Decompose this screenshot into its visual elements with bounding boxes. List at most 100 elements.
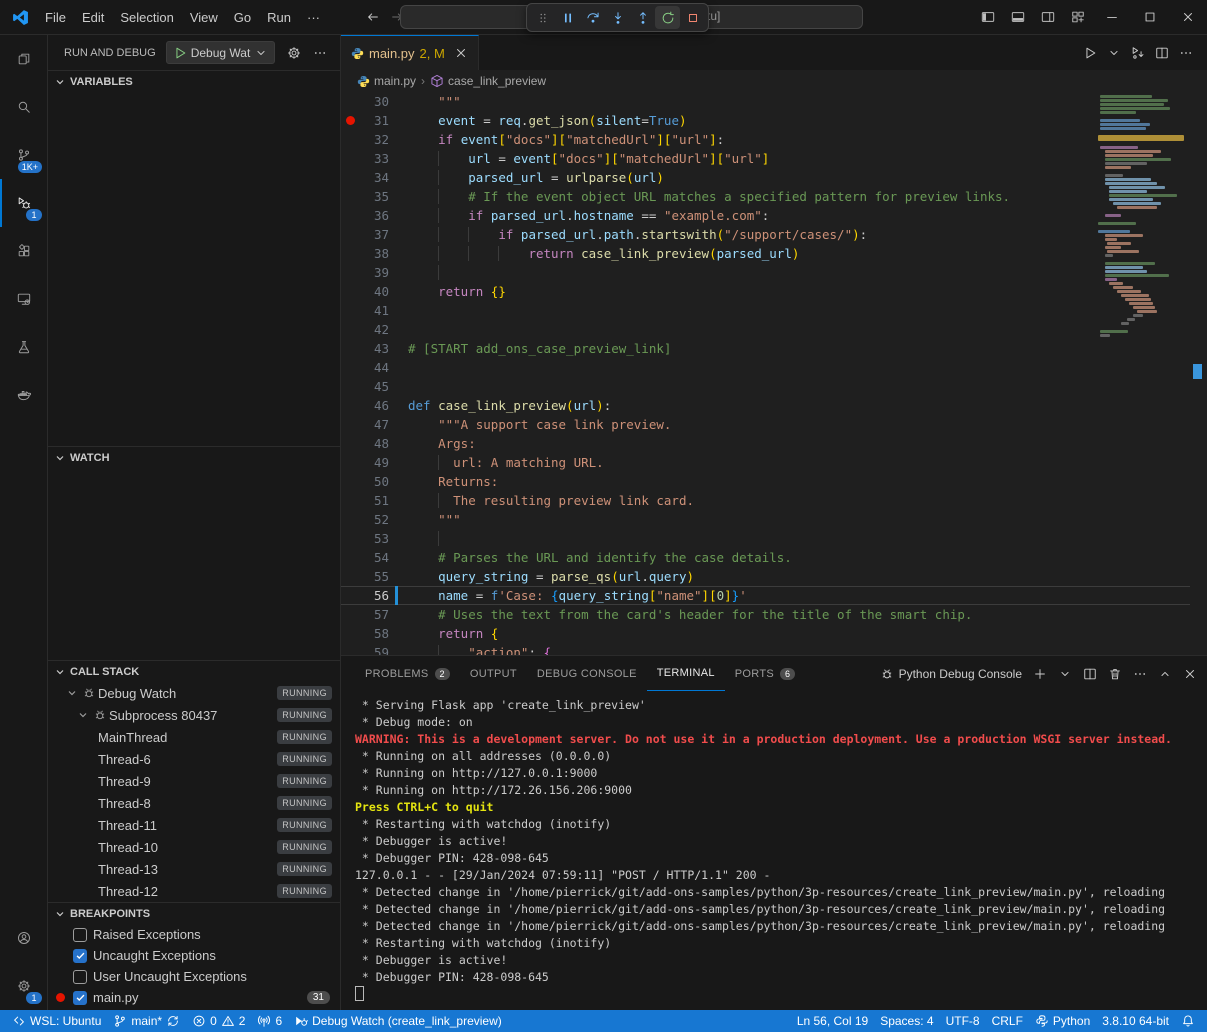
code-line[interactable]: 36 if parsed_url.hostname == "example.co… [341, 206, 1207, 225]
run-or-debug-icon[interactable] [1131, 46, 1145, 60]
add-icon[interactable] [1033, 667, 1047, 681]
breakpoint-checkbox[interactable] [73, 949, 87, 963]
activity-account[interactable] [0, 914, 47, 962]
pause-button[interactable] [555, 6, 580, 29]
activity-remote-explorer[interactable] [0, 275, 47, 323]
section-variables[interactable]: VARIABLES [48, 70, 340, 92]
breakpoint-gutter[interactable] [341, 548, 359, 567]
code-line[interactable]: 47 """A support case link preview. [341, 415, 1207, 434]
code-line[interactable]: 43# [START add_ons_case_preview_link] [341, 339, 1207, 358]
breakpoint-gutter[interactable] [341, 643, 359, 655]
status-cursor-position[interactable]: Ln 56, Col 19 [791, 1014, 874, 1028]
gripper-button[interactable] [530, 6, 555, 29]
breakpoint-checkbox[interactable] [73, 970, 87, 984]
breakpoint-gutter[interactable] [341, 225, 359, 244]
section-call-stack[interactable]: CALL STACK [48, 660, 340, 682]
gear-icon[interactable] [287, 46, 301, 60]
minimize-button[interactable] [1093, 0, 1131, 34]
call-stack-row[interactable]: Thread-11RUNNING [48, 814, 340, 836]
stop-button[interactable] [680, 6, 705, 29]
status-indentation[interactable]: Spaces: 4 [874, 1014, 939, 1028]
breakpoint-gutter[interactable] [341, 282, 359, 301]
status-interpreter[interactable]: 3.8.10 64-bit [1096, 1014, 1175, 1028]
breakpoint-gutter[interactable] [341, 586, 359, 605]
code-line[interactable]: 32 if event["docs"]["matchedUrl"]["url"]… [341, 130, 1207, 149]
code-line[interactable]: 31 event = req.get_json(silent=True) [341, 111, 1207, 130]
breakpoint-gutter[interactable] [341, 149, 359, 168]
more-icon[interactable] [1179, 46, 1193, 60]
section-breakpoints[interactable]: BREAKPOINTS [48, 902, 340, 924]
breakpoint-gutter[interactable] [341, 605, 359, 624]
activity-source-control[interactable]: 1K+ [0, 131, 47, 179]
breadcrumb-item[interactable]: main.py [357, 74, 416, 88]
breakpoint-gutter[interactable] [341, 434, 359, 453]
step-out-button[interactable] [630, 6, 655, 29]
breakpoint-row[interactable]: Uncaught Exceptions [48, 945, 340, 966]
breakpoint-gutter[interactable] [341, 491, 359, 510]
breakpoint-gutter[interactable] [341, 453, 359, 472]
tab-main-py[interactable]: main.py 2, M [341, 35, 479, 70]
restart-button[interactable] [655, 6, 680, 29]
activity-gear[interactable]: 1 [0, 962, 47, 1010]
layout-customize-button[interactable] [1063, 0, 1093, 34]
menu-edit[interactable]: Edit [74, 7, 112, 28]
call-stack-row[interactable]: Thread-6RUNNING [48, 748, 340, 770]
breakpoint-gutter[interactable] [341, 168, 359, 187]
activity-beaker[interactable] [0, 323, 47, 371]
status-branch[interactable]: main* [107, 1010, 186, 1032]
more-icon[interactable] [313, 46, 327, 60]
code-line[interactable]: 34 parsed_url = urlparse(url) [341, 168, 1207, 187]
breakpoint-gutter[interactable] [341, 187, 359, 206]
status-problems[interactable]: 02 [186, 1010, 251, 1032]
menu-file[interactable]: File [37, 7, 74, 28]
breakpoint-gutter[interactable] [341, 358, 359, 377]
chevron-up-icon[interactable] [1158, 667, 1172, 681]
code-line[interactable]: 38 return case_link_preview(parsed_url) [341, 244, 1207, 263]
status-remote[interactable]: WSL: Ubuntu [6, 1010, 107, 1032]
status-encoding[interactable]: UTF-8 [940, 1014, 986, 1028]
menu-go[interactable]: Go [226, 7, 259, 28]
code-line[interactable]: 46def case_link_preview(url): [341, 396, 1207, 415]
breakpoint-gutter[interactable] [341, 339, 359, 358]
layout-secondary-sidebar-button[interactable] [1033, 0, 1063, 34]
breakpoint-gutter[interactable] [341, 396, 359, 415]
activity-run-debug[interactable]: 1 [0, 179, 47, 227]
breakpoint-gutter[interactable] [341, 624, 359, 643]
breakpoint-gutter[interactable] [341, 377, 359, 396]
panel-tab-output[interactable]: OUTPUT [460, 656, 527, 691]
code-line[interactable]: 54 # Parses the URL and identify the cas… [341, 548, 1207, 567]
activity-docker[interactable] [0, 371, 47, 419]
call-stack-row[interactable]: Thread-13RUNNING [48, 858, 340, 880]
call-stack-row[interactable]: Subprocess 80437RUNNING [48, 704, 340, 726]
status-ports[interactable]: 6 [251, 1010, 288, 1032]
launch-config-dropdown[interactable]: Debug Wat [166, 41, 276, 64]
code-line[interactable]: 41 [341, 301, 1207, 320]
activity-extensions[interactable] [0, 227, 47, 275]
menu-view[interactable]: View [182, 7, 226, 28]
code-line[interactable]: 56 name = f'Case: {query_string["name"][… [341, 586, 1207, 605]
layout-sidebar-button[interactable] [973, 0, 1003, 34]
chevron-down-icon[interactable] [1058, 667, 1072, 681]
breakpoint-gutter[interactable] [341, 92, 359, 111]
maximize-button[interactable] [1131, 0, 1169, 34]
code-line[interactable]: 42 [341, 320, 1207, 339]
minimap[interactable] [1097, 95, 1190, 655]
terminal-output[interactable]: * Serving Flask app 'create_link_preview… [341, 691, 1207, 1004]
code-line[interactable]: 55 query_string = parse_qs(url.query) [341, 567, 1207, 586]
code-line[interactable]: 57 # Uses the text from the card's heade… [341, 605, 1207, 624]
close-icon[interactable] [1183, 667, 1197, 681]
call-stack-row[interactable]: Thread-10RUNNING [48, 836, 340, 858]
code-line[interactable]: 35 # If the event object URL matches a s… [341, 187, 1207, 206]
menu-run[interactable]: Run [259, 7, 299, 28]
breakpoint-checkbox[interactable] [73, 991, 87, 1005]
breakpoint-gutter[interactable] [341, 206, 359, 225]
terminal-instance[interactable]: Python Debug Console [880, 667, 1022, 681]
code-line[interactable]: 51 The resulting preview link card. [341, 491, 1207, 510]
status-eol[interactable]: CRLF [986, 1014, 1029, 1028]
code-line[interactable]: 48 Args: [341, 434, 1207, 453]
split-editor-icon[interactable] [1155, 46, 1169, 60]
status-notifications[interactable] [1175, 1014, 1201, 1028]
breakpoint-checkbox[interactable] [73, 928, 87, 942]
breakpoint-gutter[interactable] [341, 130, 359, 149]
close-tab-icon[interactable] [454, 46, 468, 60]
